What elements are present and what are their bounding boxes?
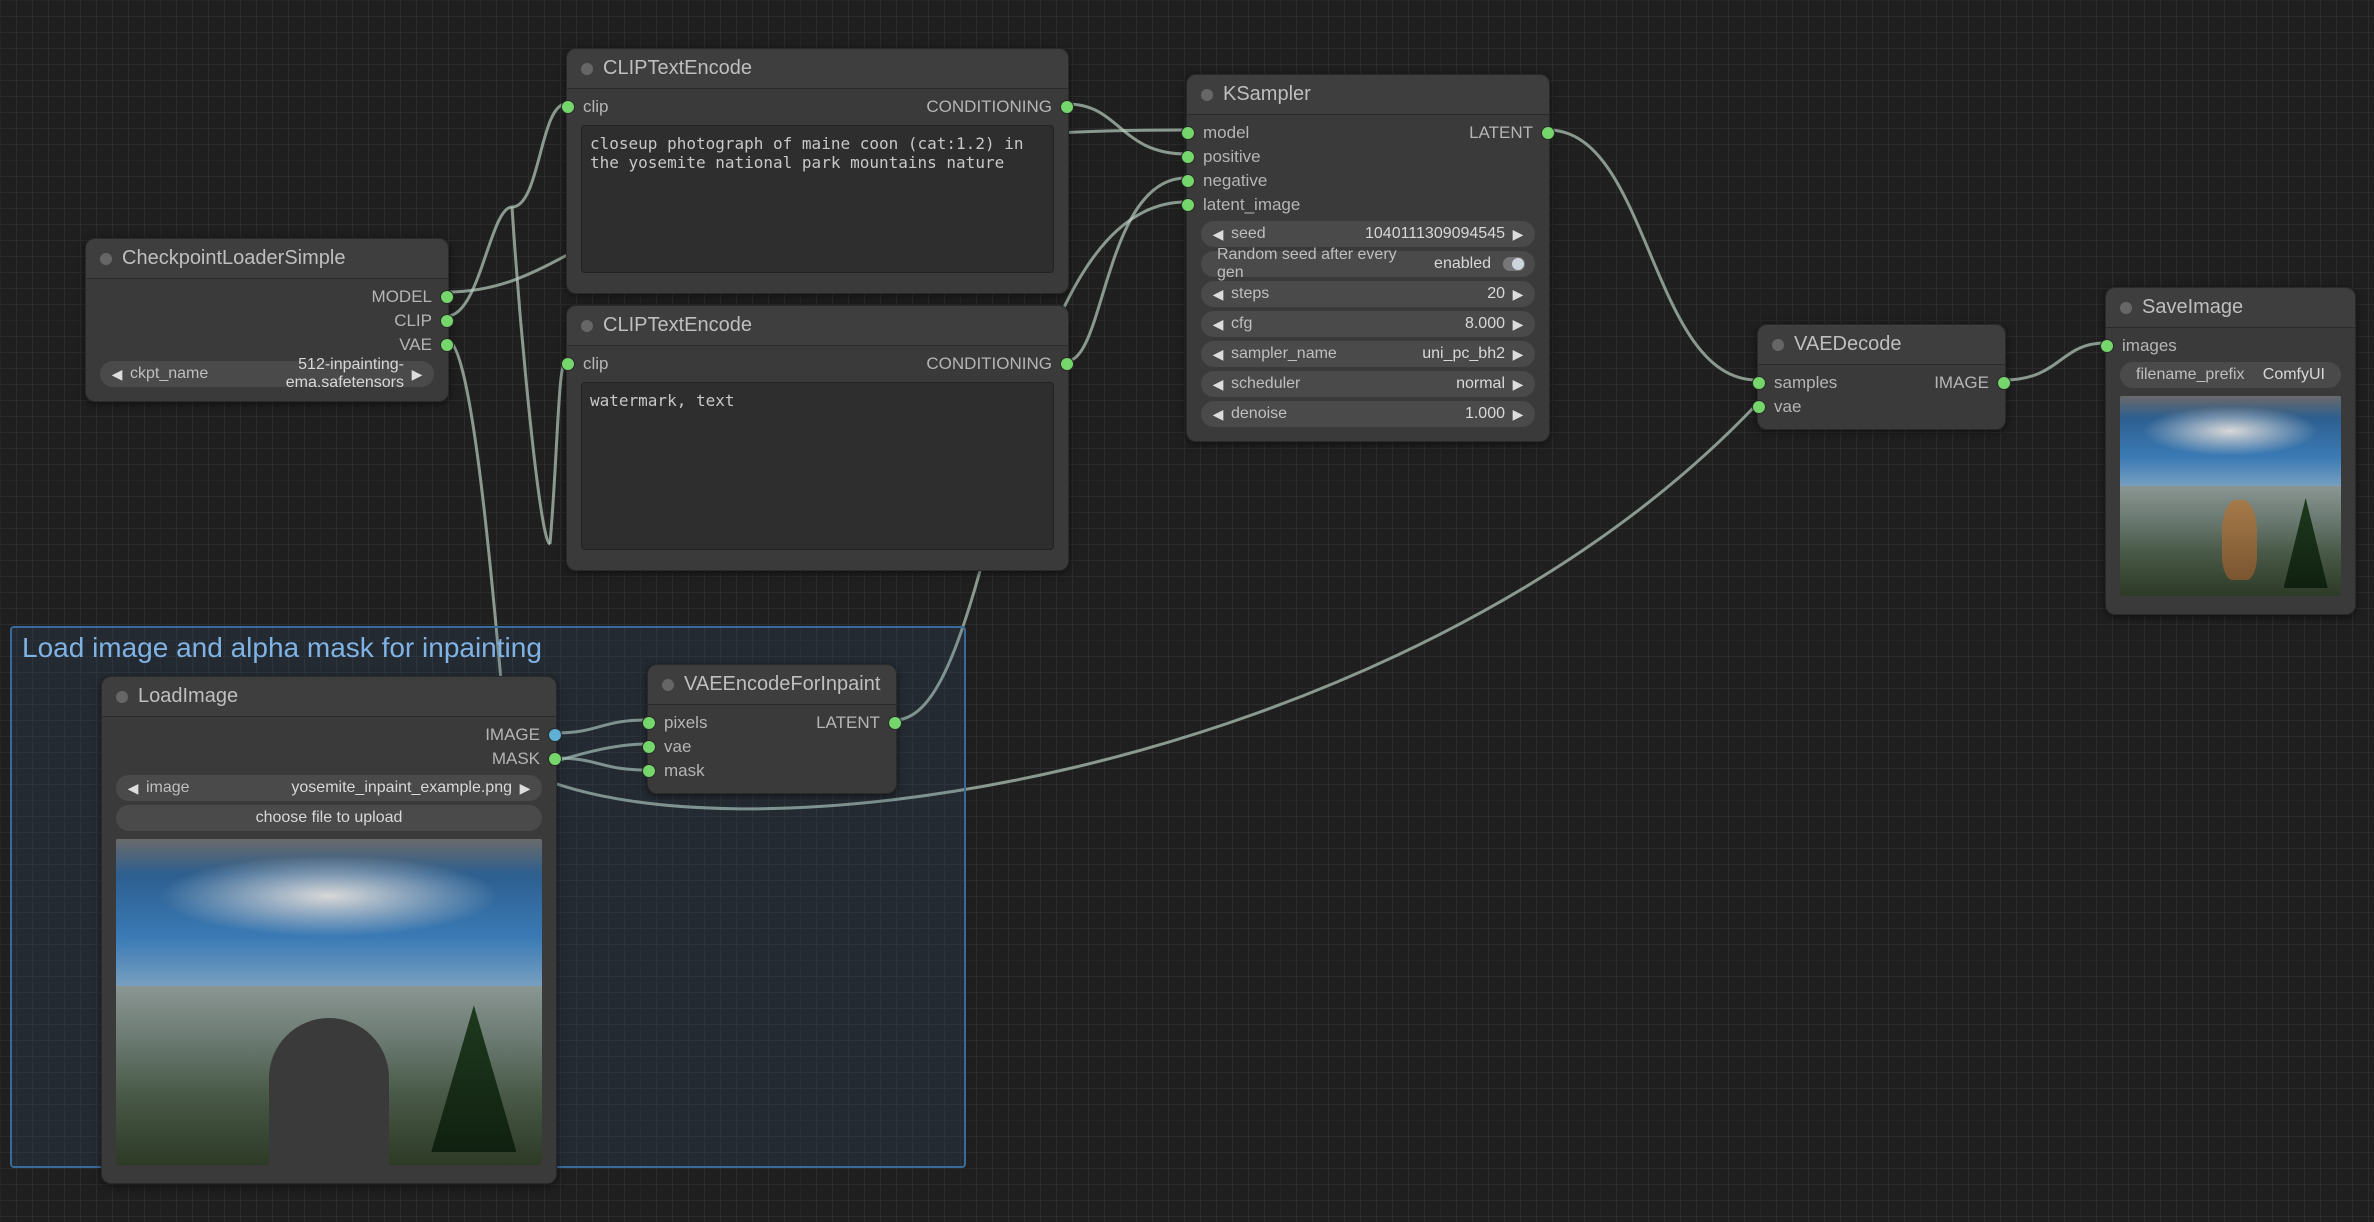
sampler-name-widget[interactable]: ◀sampler_nameuni_pc_bh2▶ — [1201, 341, 1535, 367]
collapse-icon[interactable] — [581, 63, 593, 75]
steps-widget[interactable]: ◀steps20▶ — [1201, 281, 1535, 307]
input-pixels[interactable]: pixels — [648, 711, 721, 735]
input-vae[interactable]: vae — [648, 735, 721, 759]
input-clip[interactable]: clip — [567, 352, 623, 376]
output-conditioning[interactable]: CONDITIONING — [912, 95, 1068, 119]
output-vae[interactable]: VAE — [358, 333, 448, 357]
prompt-textarea[interactable]: closeup photograph of maine coon (cat:1.… — [581, 125, 1054, 273]
output-image-preview — [2120, 396, 2341, 596]
collapse-icon[interactable] — [1201, 89, 1213, 101]
node-title: VAEEncodeForInpaint — [684, 673, 880, 696]
cfg-widget[interactable]: ◀cfg8.000▶ — [1201, 311, 1535, 337]
input-latent-image[interactable]: latent_image — [1187, 193, 1314, 217]
node-title: CLIPTextEncode — [603, 314, 752, 337]
collapse-icon[interactable] — [2120, 302, 2132, 314]
input-images[interactable]: images — [2106, 334, 2355, 358]
node-checkpoint-loader[interactable]: CheckpointLoaderSimple MODEL CLIP VAE ◀c… — [85, 238, 449, 402]
collapse-icon[interactable] — [116, 691, 128, 703]
node-graph-canvas[interactable]: Load image and alpha mask for inpainting… — [0, 0, 2374, 1222]
node-save-image[interactable]: SaveImage images filename_prefixComfyUI — [2105, 287, 2356, 615]
output-latent[interactable]: LATENT — [1455, 121, 1549, 145]
output-model[interactable]: MODEL — [358, 285, 448, 309]
node-title: LoadImage — [138, 685, 238, 708]
input-model[interactable]: model — [1187, 121, 1314, 145]
output-conditioning[interactable]: CONDITIONING — [912, 352, 1068, 376]
input-vae[interactable]: vae — [1758, 395, 1851, 419]
node-title: VAEDecode — [1794, 333, 1901, 356]
node-clip-text-encode-negative[interactable]: CLIPTextEncode clip CONDITIONING waterma… — [566, 305, 1069, 571]
node-load-image[interactable]: LoadImage IMAGE MASK ◀imageyosemite_inpa… — [101, 676, 557, 1184]
collapse-icon[interactable] — [581, 320, 593, 332]
input-clip[interactable]: clip — [567, 95, 623, 119]
upload-button[interactable]: choose file to upload — [116, 805, 542, 831]
seed-widget[interactable]: ◀seed1040111309094545▶ — [1201, 221, 1535, 247]
output-image[interactable]: IMAGE — [1920, 371, 2005, 395]
image-preview — [116, 839, 542, 1165]
image-name-widget[interactable]: ◀imageyosemite_inpaint_example.png▶ — [116, 775, 542, 801]
node-clip-text-encode-positive[interactable]: CLIPTextEncode clip CONDITIONING closeup… — [566, 48, 1069, 294]
denoise-widget[interactable]: ◀denoise1.000▶ — [1201, 401, 1535, 427]
prompt-textarea[interactable]: watermark, text — [581, 382, 1054, 550]
ckpt-name-widget[interactable]: ◀ckpt_name512-inpainting-ema.safetensors… — [100, 361, 434, 387]
node-title: KSampler — [1223, 83, 1311, 106]
output-mask[interactable]: MASK — [471, 747, 556, 771]
node-vae-decode[interactable]: VAEDecode samples vae IMAGE — [1757, 324, 2006, 430]
output-image[interactable]: IMAGE — [471, 723, 556, 747]
random-seed-toggle[interactable]: Random seed after every genenabled — [1201, 251, 1535, 277]
output-clip[interactable]: CLIP — [358, 309, 448, 333]
collapse-icon[interactable] — [1772, 339, 1784, 351]
input-negative[interactable]: negative — [1187, 169, 1314, 193]
output-latent[interactable]: LATENT — [802, 711, 896, 735]
node-title: SaveImage — [2142, 296, 2243, 319]
collapse-icon[interactable] — [662, 679, 674, 691]
node-vae-encode-inpaint[interactable]: VAEEncodeForInpaint pixels vae mask LATE… — [647, 664, 897, 794]
node-title: CheckpointLoaderSimple — [122, 247, 345, 270]
scheduler-widget[interactable]: ◀schedulernormal▶ — [1201, 371, 1535, 397]
input-mask[interactable]: mask — [648, 759, 721, 783]
collapse-icon[interactable] — [100, 253, 112, 265]
filename-prefix-widget[interactable]: filename_prefixComfyUI — [2120, 362, 2341, 388]
node-title: CLIPTextEncode — [603, 57, 752, 80]
input-samples[interactable]: samples — [1758, 371, 1851, 395]
input-positive[interactable]: positive — [1187, 145, 1314, 169]
group-title: Load image and alpha mask for inpainting — [22, 632, 542, 664]
node-ksampler[interactable]: KSampler model positive negative latent_… — [1186, 74, 1550, 442]
